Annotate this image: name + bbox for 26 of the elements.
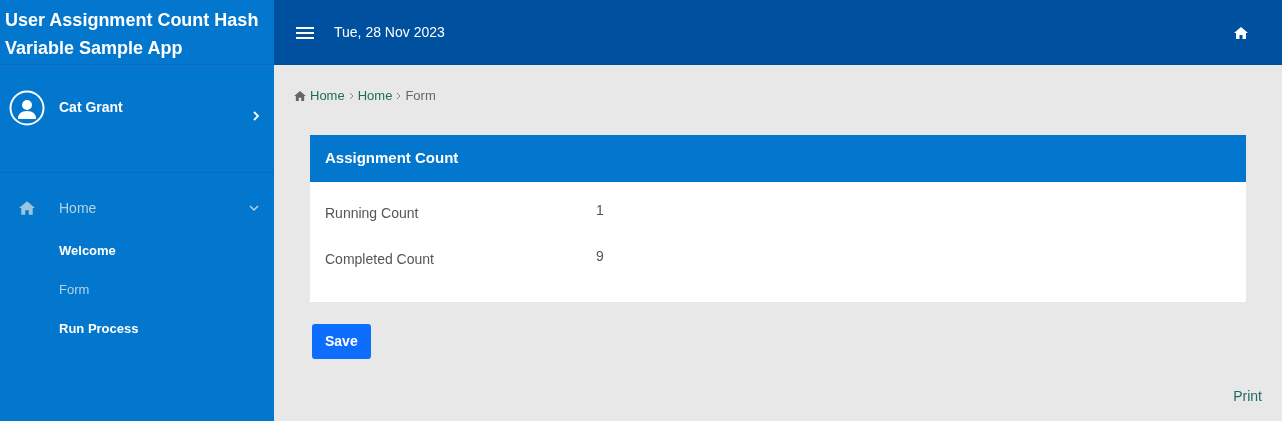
breadcrumb-link[interactable]: Home	[310, 86, 345, 106]
home-icon	[294, 90, 306, 101]
breadcrumb-link[interactable]: Home	[357, 86, 393, 106]
breadcrumb-current: Form	[405, 87, 436, 105]
chevron-right-icon	[348, 91, 354, 100]
app-title: User Assignment Count Hash Variable Sample App	[5, 9, 260, 60]
field-value: 1	[596, 200, 604, 220]
date-text: Tue, 28 Nov 2023	[334, 23, 445, 42]
nav-subitem[interactable]: Welcome	[59, 240, 116, 261]
save-button[interactable]: Save	[312, 323, 371, 359]
home-icon	[19, 201, 35, 215]
avatar-icon	[9, 90, 45, 126]
panel-title: Assignment Count	[325, 147, 459, 168]
print-link[interactable]: Print	[1233, 386, 1262, 407]
nav-subitem[interactable]: Form	[59, 279, 90, 300]
nav-item[interactable]: Home	[59, 197, 97, 219]
chevron-right-icon[interactable]	[252, 111, 260, 121]
field-label: Running Count	[325, 203, 420, 223]
field-value: 9	[596, 246, 604, 266]
chevron-right-icon	[396, 91, 402, 100]
home-icon[interactable]	[1234, 26, 1248, 39]
chevron-down-icon[interactable]	[249, 204, 259, 212]
user-name[interactable]: Cat Grant	[59, 97, 123, 118]
menu-icon[interactable]	[296, 25, 314, 40]
field-label: Completed Count	[325, 249, 435, 269]
nav-subitem[interactable]: Run Process	[59, 318, 139, 339]
